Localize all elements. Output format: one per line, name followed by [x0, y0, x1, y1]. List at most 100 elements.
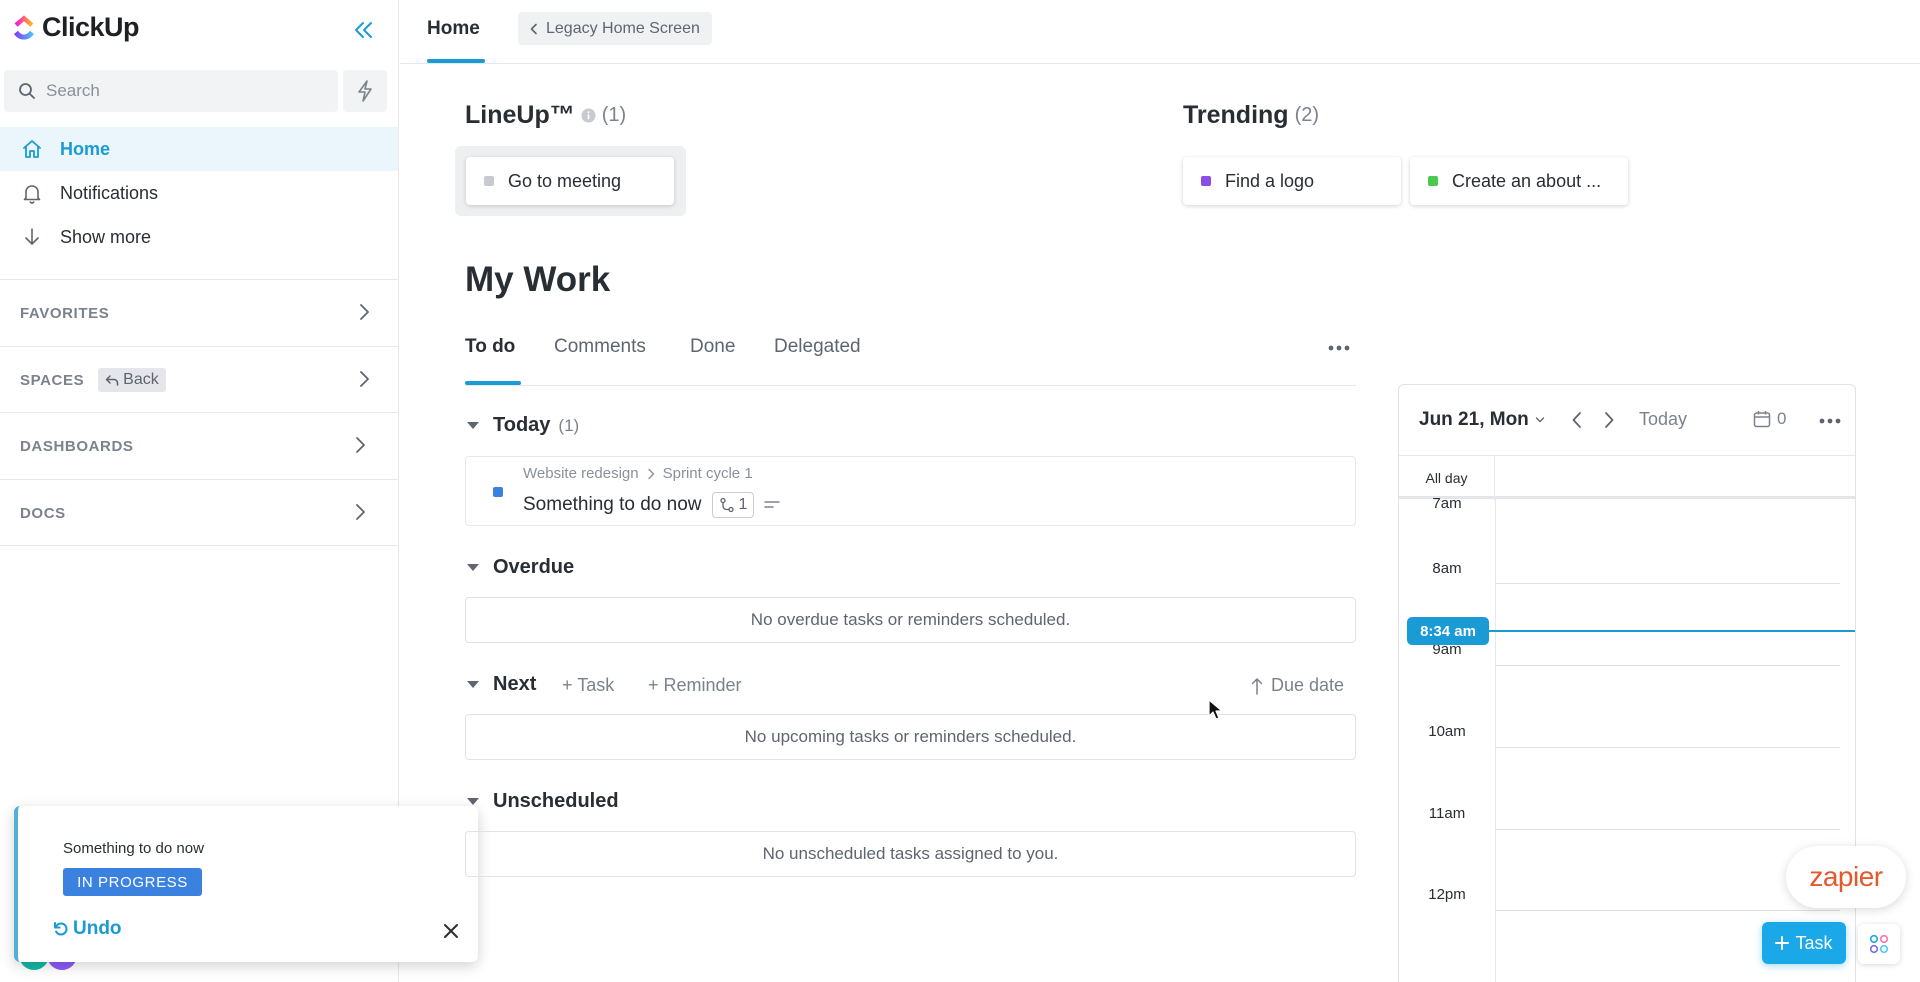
section-label: DOCS	[20, 504, 66, 522]
chevron-down-icon	[1535, 417, 1544, 423]
all-day-row[interactable]: All day	[1399, 455, 1855, 500]
add-reminder-link[interactable]: + Reminder	[648, 675, 742, 696]
group-label: Next	[493, 673, 537, 695]
task-name-row: Something to do now 1	[523, 492, 781, 518]
hour-line[interactable]	[1495, 747, 1840, 748]
group-count: (1)	[558, 415, 580, 435]
more-options-icon[interactable]	[1819, 411, 1841, 431]
calendar-date: Jun 21, Mon	[1419, 409, 1529, 430]
event-count: 0	[1777, 409, 1787, 428]
calendar-event-count[interactable]: 0	[1753, 409, 1786, 429]
tab-delegated[interactable]: Delegated	[774, 336, 861, 358]
lineup-heading: LineUp™ (1)	[465, 101, 626, 130]
group-label: Today	[493, 414, 551, 436]
group-next-header[interactable]: Next	[467, 673, 536, 696]
undo-button[interactable]: Undo	[51, 918, 122, 940]
current-time-badge: 8:34 am	[1407, 617, 1489, 645]
subtask-count: 1	[738, 496, 748, 513]
top-header: Home Legacy Home Screen	[400, 0, 1920, 64]
apps-button[interactable]	[1858, 924, 1900, 964]
hour-label: 8am	[1432, 560, 1462, 577]
trending-task-card[interactable]: Create an about ...	[1410, 157, 1628, 205]
quick-actions-button[interactable]	[343, 70, 387, 112]
legacy-home-button[interactable]: Legacy Home Screen	[518, 12, 712, 45]
collapse-sidebar-button[interactable]	[350, 16, 378, 44]
tab-home[interactable]: Home	[427, 18, 480, 40]
hour-line[interactable]	[1495, 829, 1840, 830]
zapier-button[interactable]: zapier	[1786, 846, 1906, 908]
chevron-right-icon	[647, 468, 654, 479]
status-dot	[493, 487, 503, 497]
trending-task-card[interactable]: Find a logo	[1183, 157, 1401, 205]
chevron-right-icon	[356, 437, 365, 453]
task-row[interactable]: Website redesign Sprint cycle 1 Somethin…	[465, 456, 1356, 526]
task-name[interactable]: Something to do now	[523, 494, 702, 516]
calendar-header: Jun 21, Mon Today 0	[1399, 385, 1855, 455]
home-icon	[20, 137, 44, 161]
overdue-empty-state: No overdue tasks or reminders scheduled.	[465, 597, 1356, 643]
group-overdue-header[interactable]: Overdue	[467, 556, 574, 579]
sidebar-item-label: Home	[60, 138, 111, 159]
chevron-right-icon[interactable]	[1603, 411, 1615, 429]
hour-label: 11am	[1428, 805, 1466, 822]
task-sprint-name[interactable]: Sprint cycle 1	[663, 465, 753, 482]
section-label: FAVORITES	[20, 304, 110, 322]
calendar-panel: Jun 21, Mon Today 0 All day 7am 8am 9am …	[1398, 384, 1856, 982]
sidebar-divider	[0, 545, 398, 546]
sort-label: Due date	[1271, 675, 1345, 695]
current-time-line	[1489, 630, 1855, 632]
search-icon	[19, 83, 35, 99]
group-label: Unscheduled	[493, 790, 619, 812]
apps-grid-icon	[1869, 934, 1889, 954]
chevron-left-icon[interactable]	[1571, 411, 1583, 429]
task-list-name[interactable]: Website redesign	[523, 465, 639, 482]
search-input[interactable]	[46, 81, 326, 101]
add-task-link[interactable]: + Task	[562, 675, 614, 696]
chevron-right-icon	[360, 304, 369, 320]
sidebar-item-home[interactable]: Home	[0, 127, 398, 171]
section-spaces[interactable]: SPACES Back	[0, 346, 398, 413]
group-unscheduled-header[interactable]: Unscheduled	[467, 790, 619, 813]
calendar-icon	[1753, 411, 1771, 428]
task-title: Find a logo	[1225, 170, 1315, 191]
more-options-icon[interactable]	[1328, 338, 1350, 358]
spaces-back-button[interactable]: Back	[98, 368, 166, 392]
tab-done[interactable]: Done	[690, 336, 735, 358]
search-box[interactable]	[4, 70, 338, 112]
clickup-logo-icon	[14, 14, 34, 40]
subtask-count-chip[interactable]: 1	[711, 492, 755, 518]
task-title: Create an about ...	[1452, 170, 1602, 191]
mouse-cursor-icon	[1208, 699, 1223, 720]
hour-line[interactable]	[1495, 910, 1840, 911]
subtask-icon	[719, 497, 734, 513]
task-title: Go to meeting	[508, 170, 622, 191]
hour-label: 7am	[1432, 495, 1462, 512]
info-icon[interactable]	[581, 108, 596, 123]
sidebar-item-label: Show more	[60, 226, 152, 247]
chevron-right-icon	[360, 371, 369, 387]
close-icon[interactable]	[442, 922, 460, 940]
calendar-date-picker[interactable]: Jun 21, Mon	[1419, 409, 1545, 431]
section-docs[interactable]: DOCS	[0, 479, 398, 546]
tab-to-do[interactable]: To do	[465, 336, 515, 358]
my-work-title: My Work	[465, 260, 611, 299]
lineup-task-card[interactable]: Go to meeting	[466, 157, 674, 205]
group-today-header[interactable]: Today (1)	[467, 414, 579, 437]
status-dot	[1201, 176, 1211, 186]
plus-icon	[1775, 936, 1790, 950]
arrow-down-icon	[20, 225, 44, 249]
calendar-today-button[interactable]: Today	[1639, 409, 1687, 430]
trending-title: Trending	[1183, 101, 1289, 129]
tab-comments[interactable]: Comments	[554, 336, 646, 358]
sidebar-item-show-more[interactable]: Show more	[0, 215, 398, 259]
description-icon	[764, 501, 781, 508]
sort-due-date-button[interactable]: Due date	[1251, 675, 1344, 696]
lightning-icon	[358, 80, 372, 102]
hour-line[interactable]	[1495, 583, 1840, 584]
section-favorites[interactable]: FAVORITES	[0, 279, 398, 346]
new-task-button[interactable]: Task	[1762, 922, 1846, 964]
section-dashboards[interactable]: DASHBOARDS	[0, 412, 398, 479]
sidebar-item-notifications[interactable]: Notifications	[0, 171, 398, 215]
clickup-logo[interactable]: ClickUp	[12, 12, 140, 43]
hour-line[interactable]	[1495, 665, 1840, 666]
